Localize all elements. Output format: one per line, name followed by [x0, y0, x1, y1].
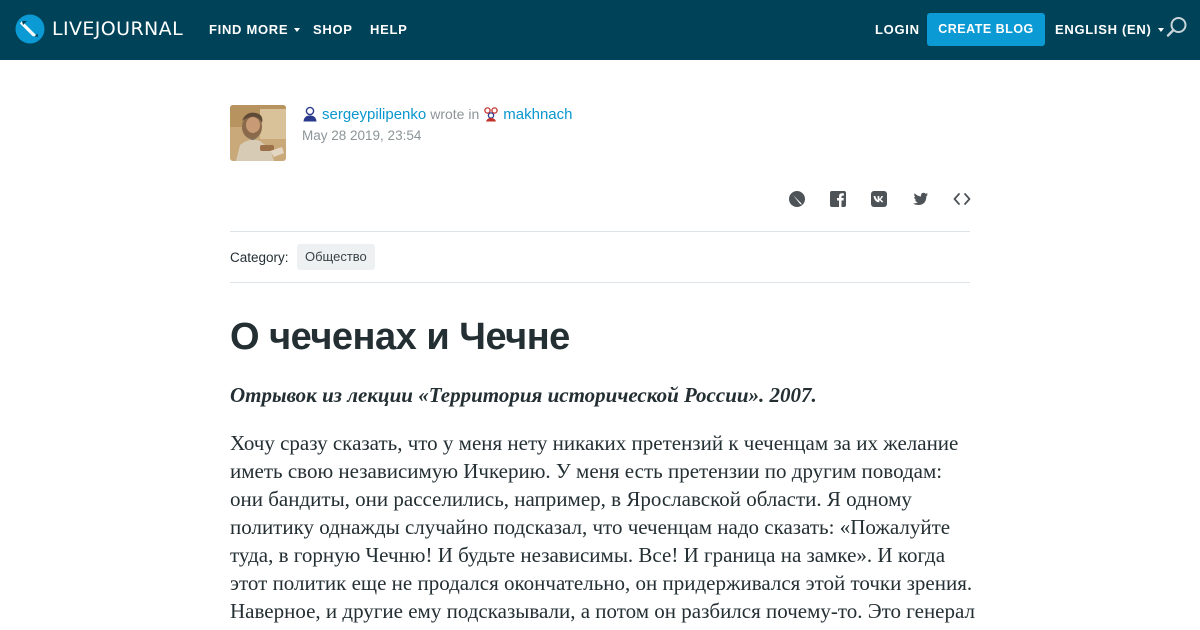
community-link[interactable]: makhnach	[503, 106, 572, 123]
post-date: May 28 2019, 23:54	[302, 128, 422, 143]
livejournal-share-icon[interactable]	[787, 189, 807, 209]
chevron-down-icon	[294, 28, 301, 32]
chevron-down-icon	[1157, 28, 1164, 32]
embed-code-icon[interactable]	[952, 189, 972, 209]
nav-find-more[interactable]: FIND MORE	[209, 21, 301, 39]
livejournal-logo[interactable]: LIVEJOURNAL	[15, 14, 183, 44]
nav-help[interactable]: HELP	[370, 21, 407, 39]
top-navigation-bar: LIVEJOURNAL FIND MORE SHOP HELP LOGIN CR…	[0, 0, 1200, 60]
user-icon[interactable]	[302, 106, 318, 122]
nav-shop[interactable]: SHOP	[313, 21, 353, 39]
livejournal-pencil-logo-icon	[15, 14, 45, 44]
facebook-icon[interactable]	[828, 189, 848, 209]
create-blog-button[interactable]: CREATE BLOG	[927, 13, 1045, 46]
post-title: О чеченах и Чечне	[230, 316, 570, 358]
language-selector[interactable]: ENGLISH (EN)	[1055, 21, 1164, 39]
author-avatar[interactable]	[230, 105, 286, 161]
divider-bottom	[230, 282, 970, 283]
post-body: Хочу сразу сказать, что у меня нету ника…	[230, 431, 975, 630]
post-lead: Отрывок из лекции «Территория историческ…	[230, 383, 817, 407]
category-label: Category:	[230, 250, 289, 265]
avatar-image	[230, 105, 286, 161]
nav-find-more-label: FIND MORE	[209, 22, 289, 37]
twitter-icon[interactable]	[910, 189, 930, 209]
post-author-line: sergeypilipenko wrote in makhnach	[302, 103, 572, 125]
category-tag[interactable]: Общество	[297, 244, 375, 270]
divider-top	[230, 231, 970, 232]
author-link[interactable]: sergeypilipenko	[322, 106, 426, 123]
login-link[interactable]: LOGIN	[875, 21, 920, 39]
wrote-in-text: wrote in	[430, 106, 480, 122]
community-icon[interactable]	[483, 106, 499, 122]
search-icon[interactable]	[1166, 16, 1188, 38]
vk-icon[interactable]	[869, 189, 889, 209]
language-label: ENGLISH (EN)	[1055, 22, 1152, 37]
logo-text: LIVEJOURNAL	[52, 18, 184, 40]
